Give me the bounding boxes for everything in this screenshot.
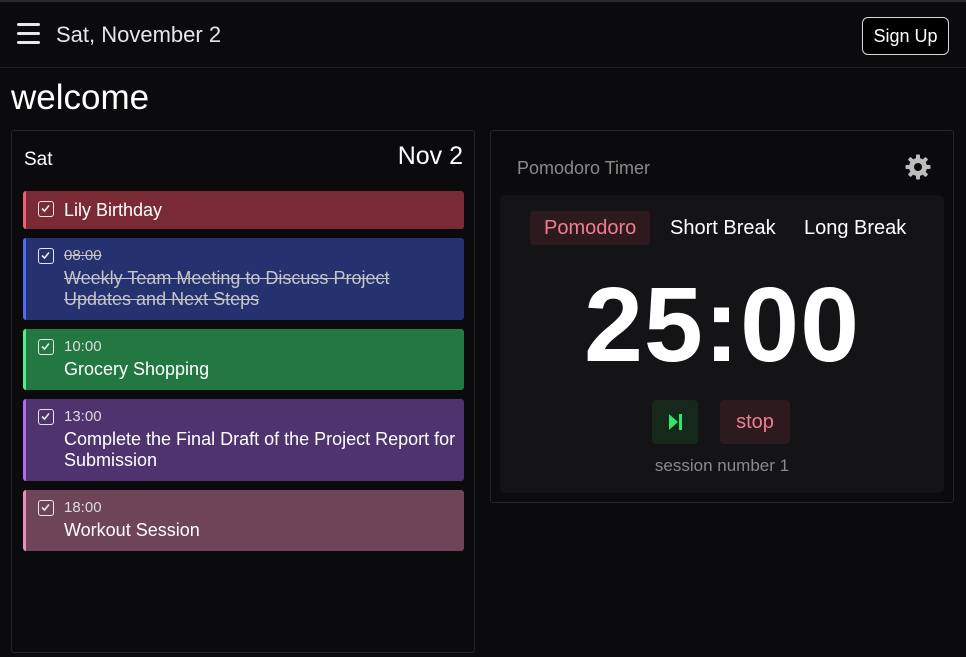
checkbox-checked-icon[interactable] [38,201,54,217]
checkbox-checked-icon[interactable] [38,500,54,516]
tab-short-break[interactable]: Short Break [656,211,790,245]
day-agenda-panel: Sat Nov 2 Lily Birthday 08:00 Weekly Tea… [11,130,475,653]
welcome-heading: welcome [11,78,150,117]
top-bar: Sat, November 2 Sign Up [0,0,966,68]
pomodoro-panel: Pomodoro Timer Pomodoro Short Break Long… [490,130,954,503]
event-title: Grocery Shopping [64,359,210,379]
event-time: 10:00 [64,338,102,355]
pomodoro-title: Pomodoro Timer [517,158,651,178]
checkbox-checked-icon[interactable] [38,339,54,355]
stop-button[interactable]: stop [720,400,790,444]
hamburger-menu-icon[interactable] [17,23,40,44]
event-title: Weekly Team Meeting to Discuss Project U… [64,268,390,309]
timer-display: 25:00 [583,266,861,384]
event-item-project-report[interactable]: 13:00 Complete the Final Draft of the Pr… [23,399,464,481]
tab-long-break[interactable]: Long Break [790,211,920,245]
checkbox-checked-icon[interactable] [38,248,54,264]
event-time: 08:00 [64,247,102,264]
event-time: 18:00 [64,499,102,516]
event-title: Lily Birthday [64,200,163,220]
sign-up-button[interactable]: Sign Up [862,17,949,55]
event-item-lily-birthday[interactable]: Lily Birthday [23,191,464,229]
tab-pomodoro[interactable]: Pomodoro [530,211,651,245]
event-item-team-meeting[interactable]: 08:00 Weekly Team Meeting to Discuss Pro… [23,238,464,320]
event-title: Workout Session [64,520,200,540]
event-time: 13:00 [64,408,102,425]
day-name: Sat [24,149,53,170]
pomodoro-card: Pomodoro Short Break Long Break 25:00 st… [500,195,944,493]
checkbox-checked-icon[interactable] [38,409,54,425]
event-title: Complete the Final Draft of the Project … [64,429,456,470]
session-counter: session number 1 [654,456,790,475]
gear-icon[interactable] [904,153,932,181]
play-button[interactable] [652,400,698,444]
event-item-workout-session[interactable]: 18:00 Workout Session [23,490,464,551]
play-skip-icon [669,414,682,430]
event-item-grocery-shopping[interactable]: 10:00 Grocery Shopping [23,329,464,390]
header-date: Sat, November 2 [56,22,222,47]
day-date: Nov 2 [397,142,463,170]
